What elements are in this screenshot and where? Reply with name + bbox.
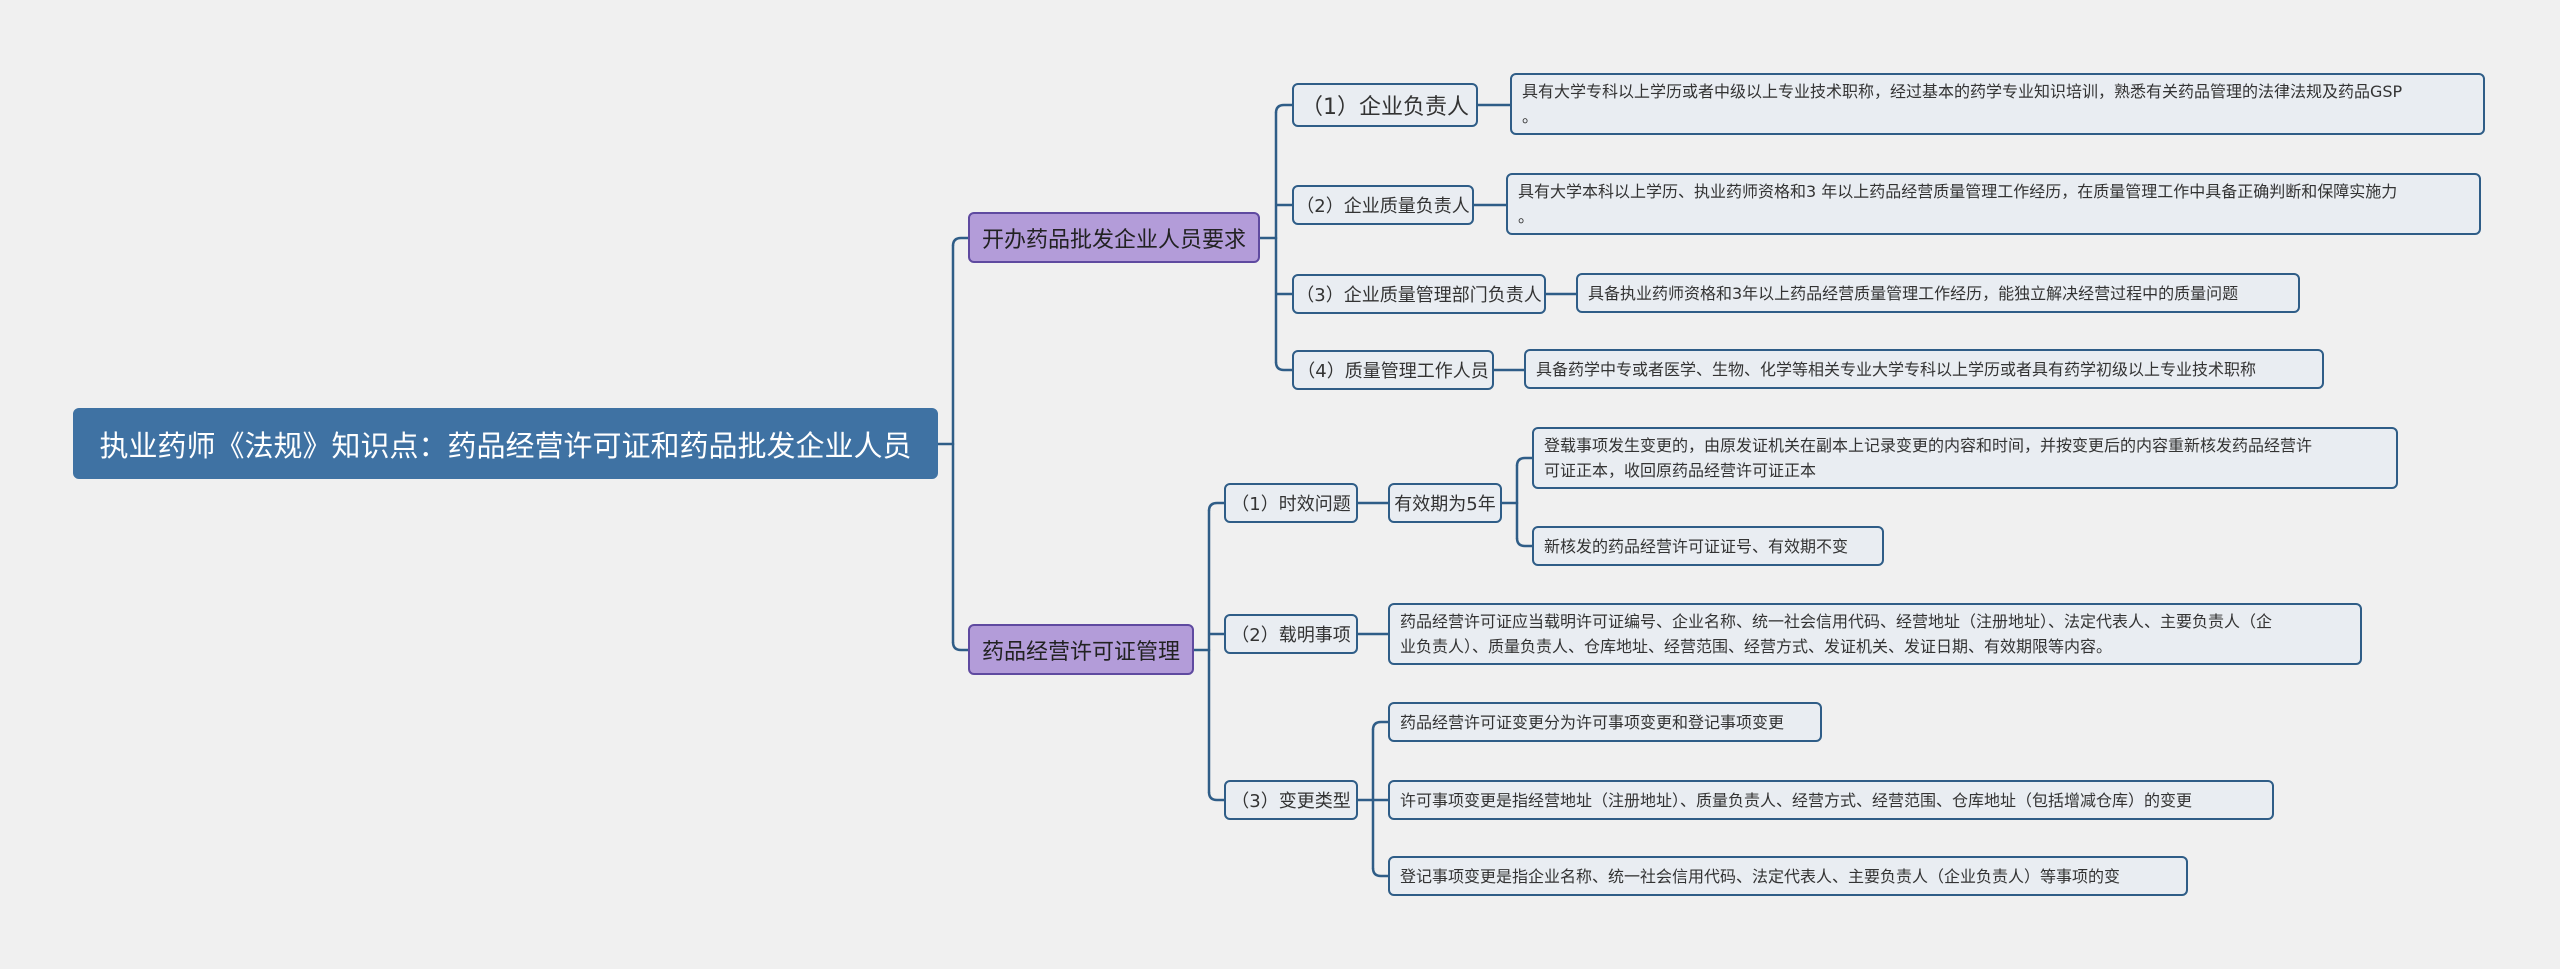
branch-b-connector-branch-0 (1207, 501, 1224, 512)
validity-connector-branch-0 (1515, 456, 1532, 467)
topic-quality-head[interactable]: （2）企业质量负责人 (1292, 185, 1474, 225)
branch-wholesale-personnel[interactable]: 开办药品批发企业人员要求 (968, 212, 1260, 263)
topic-quality-dept-head[interactable]: （3）企业质量管理部门负责人 (1292, 274, 1546, 314)
detail-quality-head: 具有大学本科以上学历、执业药师资格和3 年以上药品经营质量管理工作经历，在质量管… (1506, 173, 2481, 235)
detail-quality-staff: 具备药学中专或者医学、生物、化学等相关专业大学专科以上学历或者具有药学初级以上专… (1524, 349, 2324, 389)
topic-enterprise-head[interactable]: （1）企业负责人 (1292, 83, 1478, 127)
branch-license-management[interactable]: 药品经营许可证管理 (968, 624, 1194, 675)
change-connector-branch-0 (1371, 720, 1388, 731)
detail-change-types: 药品经营许可证变更分为许可事项变更和登记事项变更 (1388, 702, 1822, 742)
topic-validity[interactable]: （1）时效问题 (1224, 483, 1358, 523)
change-connector-branch-2 (1371, 867, 1388, 878)
branch-a-connector-branch-0 (1274, 103, 1292, 114)
validity-connector-branch-1 (1515, 537, 1532, 548)
detail-enterprise-head: 具有大学专科以上学历或者中级以上专业技术职称，经过基本的药学专业知识培训，熟悉有… (1510, 73, 2485, 135)
topic-quality-staff[interactable]: （4）质量管理工作人员 (1292, 350, 1494, 390)
detail-registered-item-change: 登记事项变更是指企业名称、统一社会信用代码、法定代表人、主要负责人（企业负责人）… (1388, 856, 2188, 896)
detail-validity-unchanged: 新核发的药品经营许可证证号、有效期不变 (1532, 526, 1884, 566)
root-topic[interactable]: 执业药师《法规》知识点：药品经营许可证和药品批发企业人员 (73, 408, 938, 479)
topic-change-types[interactable]: （3）变更类型 (1224, 780, 1358, 820)
detail-validity-change: 登载事项发生变更的，由原发证机关在副本上记录变更的内容和时间，并按变更后的内容重… (1532, 427, 2398, 489)
branch-b-connector-branch-2 (1207, 791, 1224, 802)
topic-listed-items[interactable]: （2）载明事项 (1224, 614, 1358, 654)
detail-listed-items: 药品经营许可证应当载明许可证编号、企业名称、统一社会信用代码、经营地址（注册地址… (1388, 603, 2362, 665)
root-connector-branch-0 (951, 236, 968, 247)
branch-a-connector-branch-3 (1274, 361, 1292, 372)
detail-licensed-item-change: 许可事项变更是指经营地址（注册地址）、质量负责人、经营方式、经营范围、仓库地址（… (1388, 780, 2274, 820)
detail-quality-dept-head: 具备执业药师资格和3年以上药品经营质量管理工作经历，能独立解决经营过程中的质量问… (1576, 273, 2300, 313)
topic-valid-five-years[interactable]: 有效期为5年 (1388, 483, 1502, 523)
root-connector-branch-1 (951, 641, 968, 652)
